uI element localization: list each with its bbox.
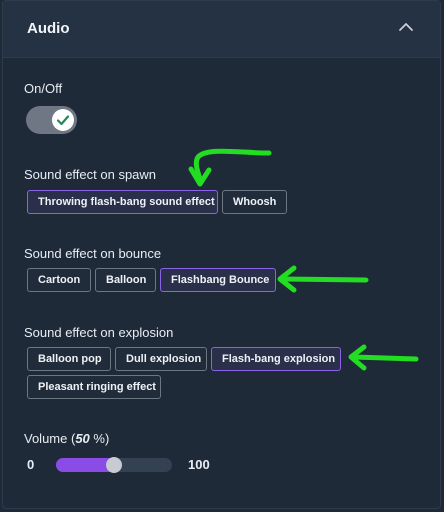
panel-header[interactable]: Audio — [3, 1, 440, 58]
slider-thumb[interactable] — [106, 457, 122, 473]
spawn-label: Sound effect on spawn — [24, 167, 157, 182]
chevron-up-icon[interactable] — [396, 17, 416, 37]
explosion-option-dull-explosion[interactable]: Dull explosion — [115, 347, 207, 371]
explosion-option-pleasant-ringing[interactable]: Pleasant ringing effect — [27, 375, 161, 399]
spawn-option-whoosh[interactable]: Whoosh — [222, 190, 287, 214]
spawn-option-throwing-flashbang[interactable]: Throwing flash-bang sound effect — [27, 190, 218, 214]
toggle-knob — [52, 109, 74, 131]
explosion-option-balloon-pop[interactable]: Balloon pop — [27, 347, 111, 371]
volume-value: 50 — [75, 431, 90, 446]
explosion-label: Sound effect on explosion — [24, 325, 174, 340]
bounce-option-balloon[interactable]: Balloon — [95, 268, 156, 292]
volume-min: 0 — [27, 457, 35, 472]
check-icon — [56, 115, 70, 126]
volume-max: 100 — [188, 457, 210, 472]
green-arrow-annotation — [277, 265, 369, 293]
bounce-option-flashbang-bounce[interactable]: Flashbang Bounce — [160, 268, 276, 292]
volume-label: Volume (50 %) — [24, 431, 110, 446]
bounce-option-cartoon[interactable]: Cartoon — [27, 268, 91, 292]
explosion-option-flashbang-explosion[interactable]: Flash-bang explosion — [211, 347, 341, 371]
onoff-label: On/Off — [24, 81, 63, 96]
onoff-toggle[interactable] — [26, 106, 77, 134]
volume-slider[interactable] — [56, 457, 172, 473]
bounce-label: Sound effect on bounce — [24, 246, 162, 261]
panel-title: Audio — [27, 20, 70, 37]
green-arrow-annotation — [348, 344, 419, 371]
green-arrow-annotation — [188, 148, 272, 187]
